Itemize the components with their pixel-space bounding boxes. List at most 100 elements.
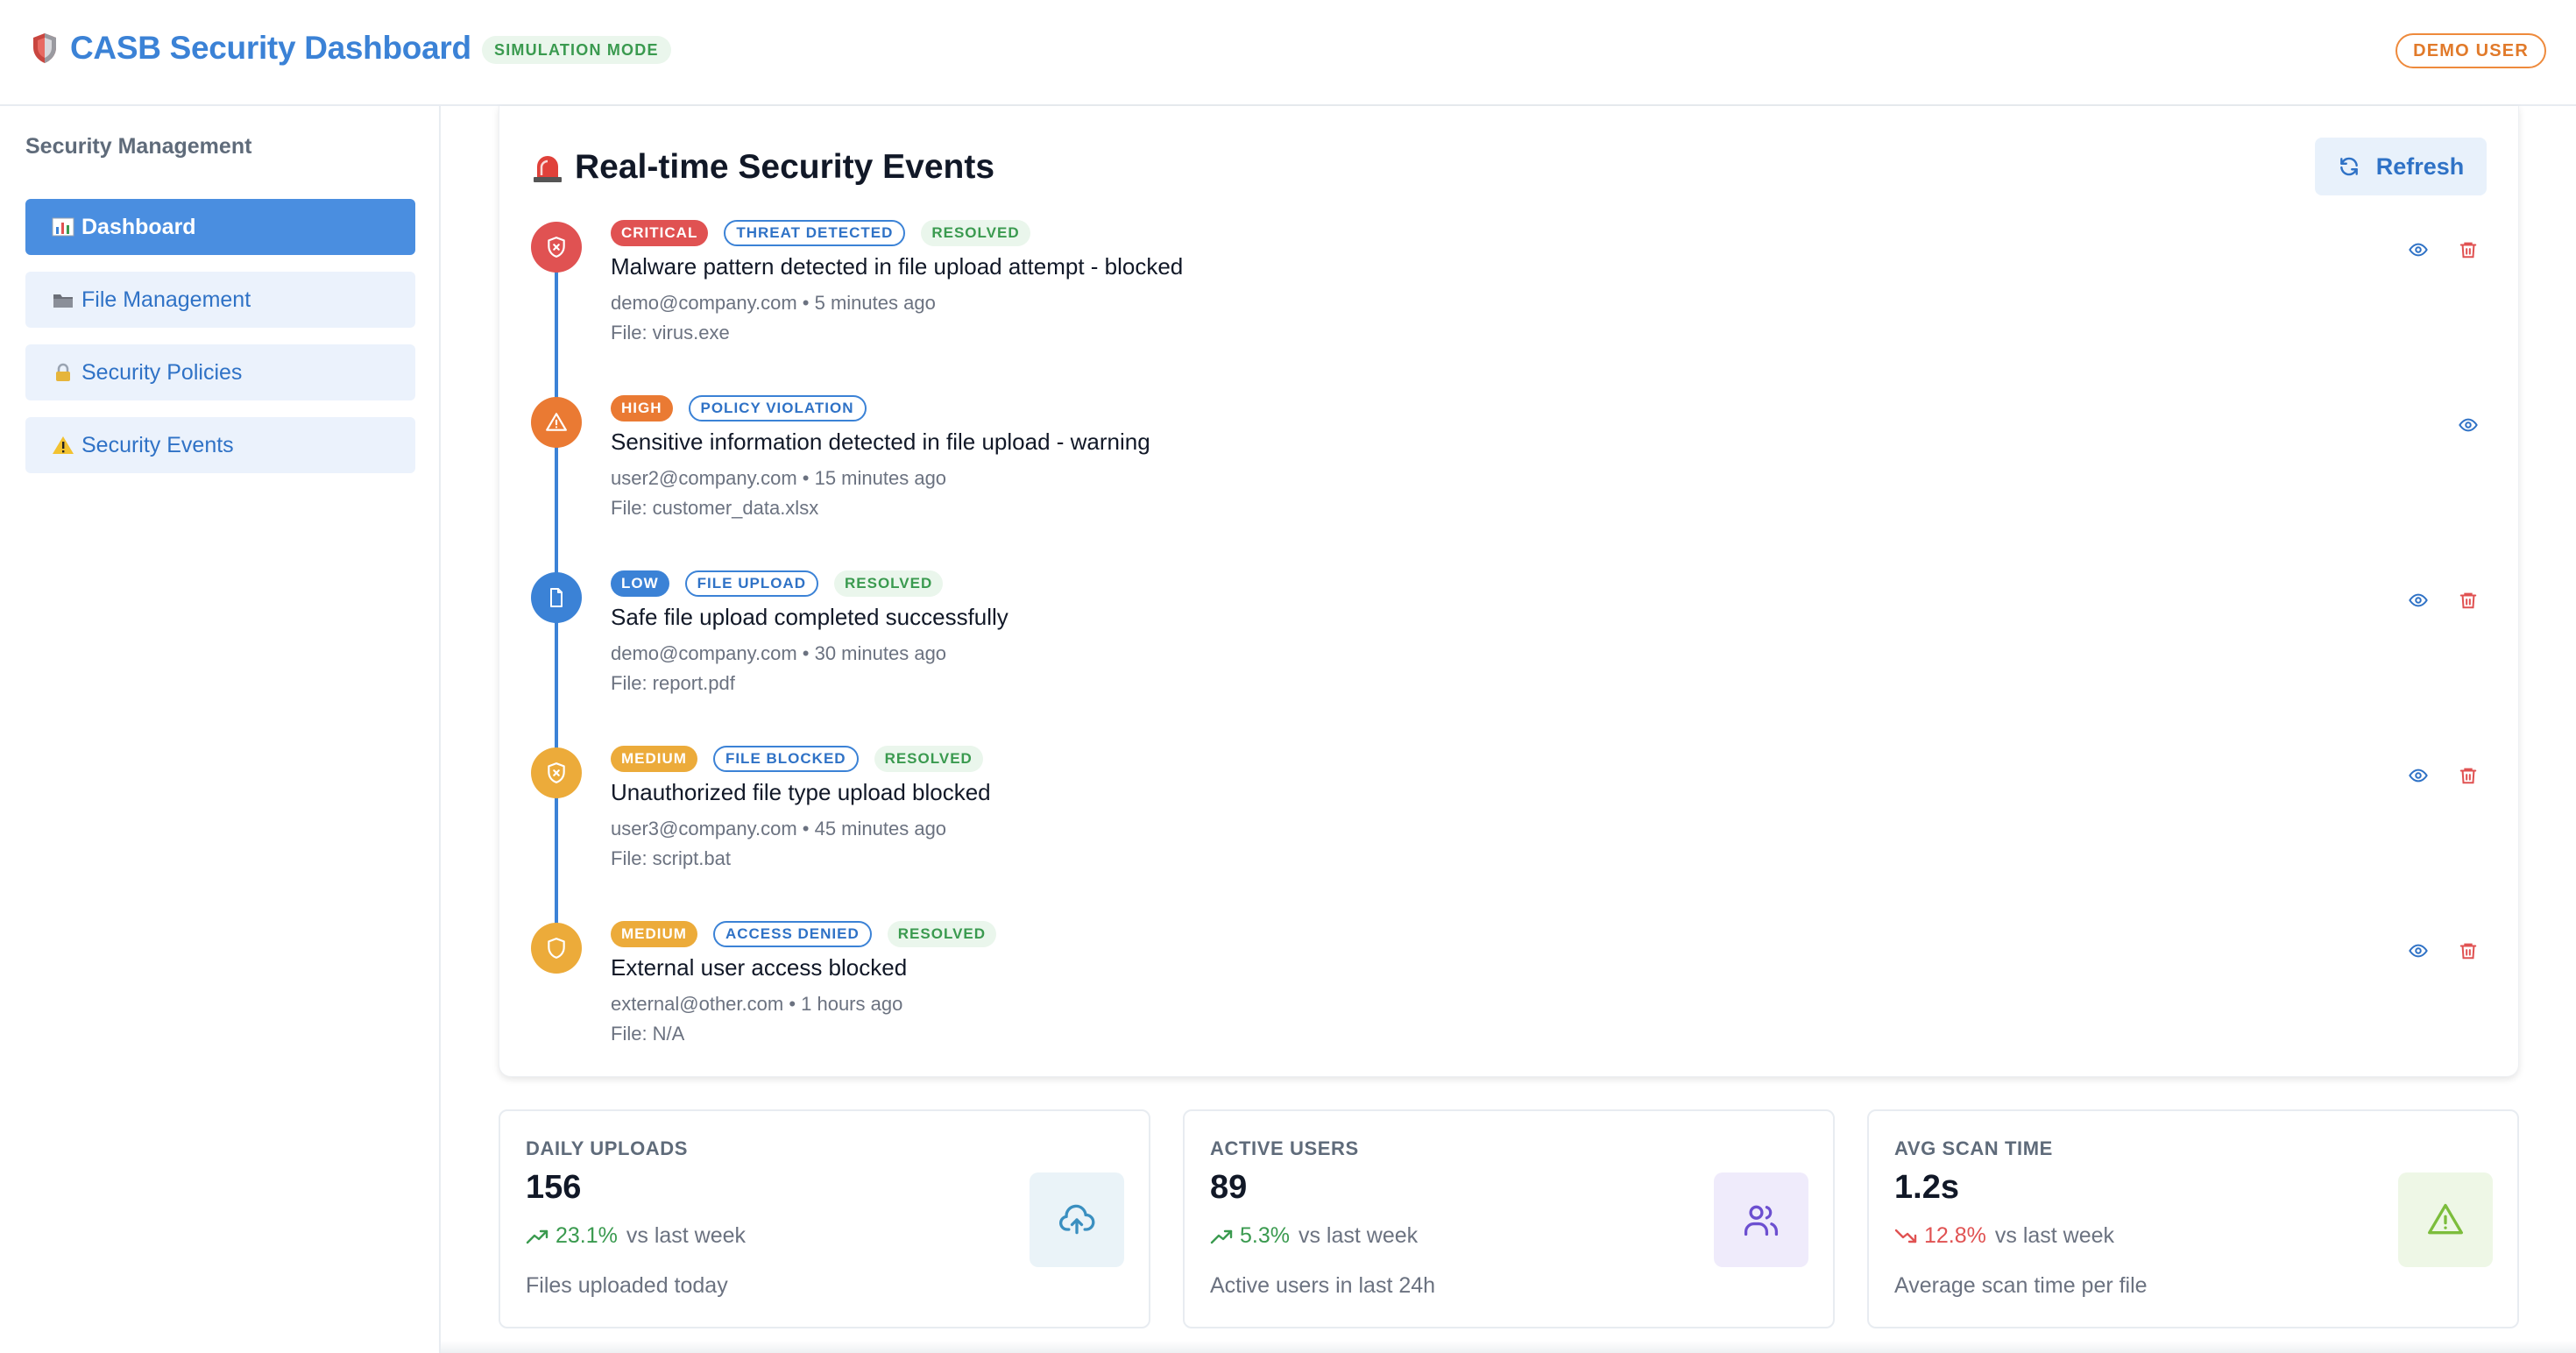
stat-label: AVG SCAN TIME <box>1894 1137 2053 1159</box>
sidebar-item-dashboard[interactable]: Dashboard <box>25 199 415 255</box>
stat-card-daily-uploads: DAILY UPLOADS 156 23.1% vs last week Fil… <box>499 1109 1150 1328</box>
lock-icon <box>56 363 70 381</box>
stat-card-avg-scan-time: AVG SCAN TIME 1.2s 12.8% vs last week Av… <box>1867 1109 2519 1328</box>
shield-x-icon <box>548 762 565 783</box>
events-title: Real-time Security Events <box>575 148 995 186</box>
stat-description: Files uploaded today <box>526 1273 728 1298</box>
eye-icon <box>2409 944 2428 958</box>
event-file: File: N/A <box>611 1023 685 1045</box>
status-badge: RESOLVED <box>887 921 997 947</box>
siren-icon <box>534 156 562 182</box>
event-icon-badge <box>531 747 582 798</box>
stat-icon-box <box>1030 1172 1124 1267</box>
warning-icon <box>53 436 74 454</box>
event-icon-badge <box>531 572 582 623</box>
view-button[interactable] <box>2404 586 2432 614</box>
view-button[interactable] <box>2454 411 2482 439</box>
event-item: CRITICAL THREAT DETECTED RESOLVED Malwar… <box>499 220 2520 379</box>
event-file: File: script.bat <box>611 847 731 869</box>
stat-value: 1.2s <box>1894 1169 1959 1206</box>
status-badge: RESOLVED <box>921 220 1030 246</box>
severity-badge: MEDIUM <box>611 921 697 947</box>
event-title: Sensitive information detected in file u… <box>611 429 1150 455</box>
trash-icon <box>2459 592 2477 609</box>
event-meta: demo@company.com • 5 minutes ago <box>611 292 936 314</box>
view-button[interactable] <box>2404 762 2432 790</box>
event-icon-badge <box>531 222 582 273</box>
severity-badge: LOW <box>611 570 669 597</box>
file-icon <box>550 588 563 607</box>
event-icon-badge <box>531 397 582 448</box>
bar-chart-icon <box>52 217 74 237</box>
stat-icon-box <box>2398 1172 2493 1267</box>
user-badge[interactable]: DEMO USER <box>2396 33 2546 68</box>
event-item: HIGH POLICY VIOLATION Sensitive informat… <box>499 395 2520 555</box>
stat-value: 89 <box>1210 1169 1248 1206</box>
alert-triangle-icon <box>546 413 567 431</box>
event-tags: HIGH POLICY VIOLATION <box>611 395 882 421</box>
event-file: File: report.pdf <box>611 672 735 694</box>
delete-button[interactable] <box>2454 586 2482 614</box>
eye-icon <box>2409 593 2428 607</box>
event-type-badge: POLICY VIOLATION <box>688 395 867 421</box>
event-title: Malware pattern detected in file upload … <box>611 253 1184 280</box>
sidebar-item-security-events[interactable]: Security Events <box>25 417 415 473</box>
refresh-button[interactable]: Refresh <box>2315 138 2487 195</box>
delete-button[interactable] <box>2454 236 2482 264</box>
shield-icon <box>548 938 565 959</box>
view-button[interactable] <box>2404 236 2432 264</box>
cloud-upload-icon <box>1059 1204 1095 1235</box>
event-item: LOW FILE UPLOAD RESOLVED Safe file uploa… <box>499 570 2520 730</box>
trend-percent: 5.3% <box>1240 1223 1290 1248</box>
delete-button[interactable] <box>2454 937 2482 965</box>
refresh-label: Refresh <box>2375 152 2465 180</box>
status-badge: RESOLVED <box>834 570 944 597</box>
view-button[interactable] <box>2404 937 2432 965</box>
delete-button[interactable] <box>2454 762 2482 790</box>
shield-x-icon <box>548 237 565 258</box>
trash-icon <box>2459 768 2477 784</box>
event-meta: user2@company.com • 15 minutes ago <box>611 467 947 489</box>
event-tags: CRITICAL THREAT DETECTED RESOLVED <box>611 220 1046 246</box>
sidebar-item-file-management[interactable]: File Management <box>25 272 415 328</box>
users-icon <box>1744 1205 1779 1236</box>
trend-up-icon <box>526 1229 548 1243</box>
trend-up-icon <box>1210 1229 1233 1243</box>
trend-text: vs last week <box>1298 1223 1419 1248</box>
eye-icon <box>2409 769 2428 783</box>
stat-description: Average scan time per file <box>1894 1273 2148 1298</box>
folder-icon <box>53 294 73 308</box>
refresh-icon <box>2339 157 2358 176</box>
stat-trend: 12.8% vs last week <box>1894 1223 2114 1249</box>
sidebar-item-label: File Management <box>81 287 251 312</box>
event-tags: MEDIUM FILE BLOCKED RESOLVED <box>611 746 999 772</box>
event-icon-badge <box>531 923 582 974</box>
brand: CASB Security Dashboard <box>32 30 471 67</box>
app-header: CASB Security Dashboard SIMULATION MODE … <box>0 0 2576 106</box>
shield-logo-icon <box>33 33 56 63</box>
stat-value: 156 <box>526 1169 582 1206</box>
alert-triangle-icon <box>2428 1203 2463 1235</box>
stat-label: ACTIVE USERS <box>1210 1137 1359 1159</box>
event-meta: external@other.com • 1 hours ago <box>611 993 903 1015</box>
eye-icon <box>2459 418 2478 432</box>
event-file: File: virus.exe <box>611 322 730 344</box>
event-type-badge: FILE UPLOAD <box>684 570 818 597</box>
trend-text: vs last week <box>1994 1223 2115 1248</box>
sidebar-item-security-policies[interactable]: Security Policies <box>25 344 415 400</box>
severity-badge: MEDIUM <box>611 746 697 772</box>
scroll-shadow <box>441 1341 2576 1353</box>
event-type-badge: FILE BLOCKED <box>712 746 859 772</box>
trash-icon <box>2459 242 2477 259</box>
event-tags: LOW FILE UPLOAD RESOLVED <box>611 570 959 597</box>
eye-icon <box>2409 243 2428 257</box>
app-title: CASB Security Dashboard <box>70 30 471 66</box>
status-badge: RESOLVED <box>874 746 983 772</box>
sidebar: Security Management Dashboard File Manag… <box>0 106 441 1353</box>
event-title: Safe file upload completed successfully <box>611 604 1008 630</box>
stat-card-active-users: ACTIVE USERS 89 5.3% vs last week Active… <box>1183 1109 1835 1328</box>
event-title: External user access blocked <box>611 954 908 981</box>
event-tags: MEDIUM ACCESS DENIED RESOLVED <box>611 921 1012 947</box>
stat-trend: 23.1% vs last week <box>526 1223 746 1249</box>
stat-description: Active users in last 24h <box>1210 1273 1436 1298</box>
